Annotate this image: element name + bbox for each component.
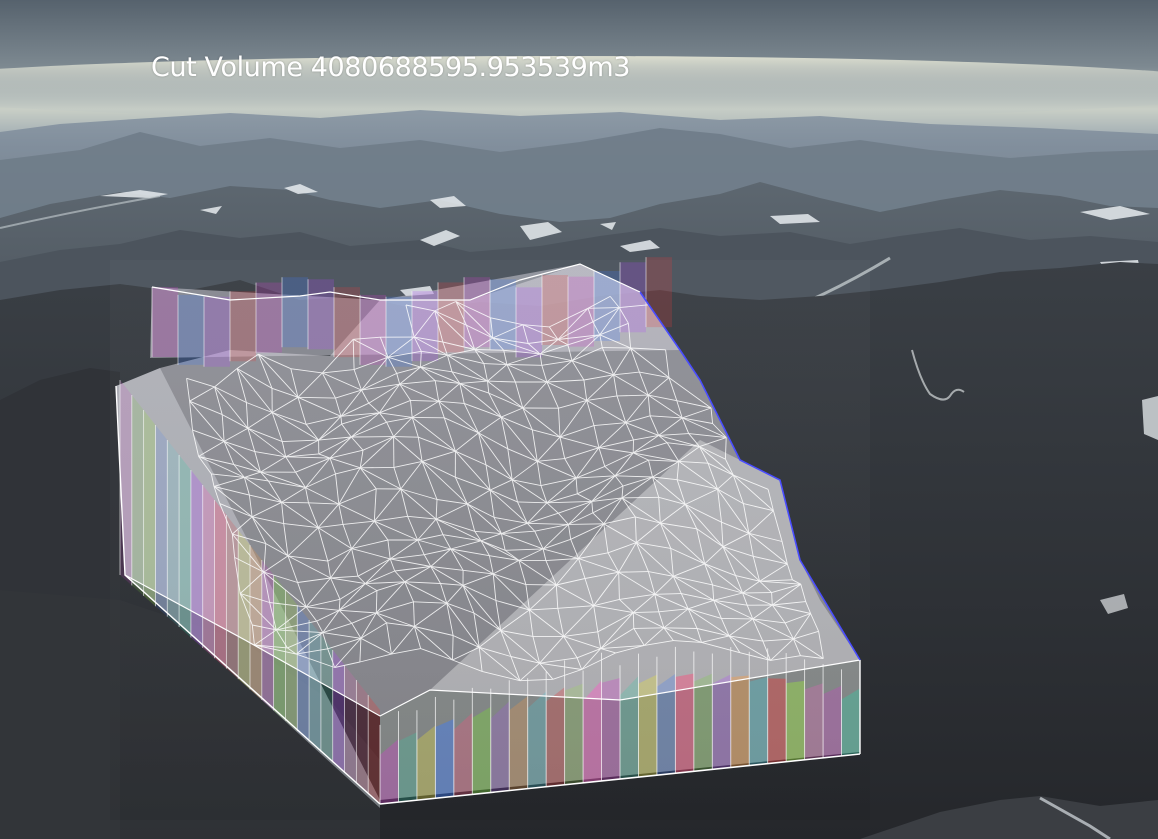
left-wall-strip xyxy=(214,500,227,669)
left-wall-strip xyxy=(143,410,156,607)
front-wall-strip xyxy=(398,732,417,803)
front-wall-strip xyxy=(435,719,454,799)
left-wall-strip xyxy=(261,560,274,711)
front-wall-strip xyxy=(472,706,491,795)
cut-volume-label: Cut Volume 4080688595.953539m3 xyxy=(151,52,630,83)
front-wall-strip xyxy=(527,691,547,789)
front-wall-strip xyxy=(693,673,713,772)
surface-mesh-edge xyxy=(721,617,753,620)
surface-mesh-edge xyxy=(281,501,309,504)
left-wall-strip xyxy=(356,680,369,794)
surface-mesh-edge xyxy=(621,496,659,499)
back-wall-strip xyxy=(646,257,672,328)
snow-right-edge xyxy=(1142,396,1158,440)
left-wall-strip xyxy=(332,650,345,773)
back-wall-strip xyxy=(620,262,646,333)
front-wall-strip xyxy=(656,673,676,776)
front-wall-strip xyxy=(601,678,620,781)
terrain-scene[interactable] xyxy=(0,0,1158,839)
front-wall-strip xyxy=(509,696,528,791)
back-wall-strip xyxy=(282,277,308,348)
back-wall-strip xyxy=(256,282,282,353)
surface-mesh-edge xyxy=(375,590,378,613)
front-wall-strip xyxy=(546,687,565,787)
left-wall-strip xyxy=(285,590,298,732)
back-wall-strip xyxy=(152,287,178,357)
front-wall-strip xyxy=(823,685,842,758)
surface-mesh-edge xyxy=(452,635,454,661)
front-wall-strip xyxy=(841,688,860,756)
left-wall-strip xyxy=(131,395,144,596)
cut-volume-label-text: Cut Volume xyxy=(151,52,303,83)
back-wall-strip xyxy=(230,291,256,362)
front-wall-strip xyxy=(804,683,824,760)
cut-volume-value: 4080688595.953539 xyxy=(310,52,588,83)
surface-mesh-edge xyxy=(632,612,635,629)
front-wall-strip xyxy=(786,680,805,762)
surface-mesh-edge xyxy=(633,627,664,629)
left-wall-strip xyxy=(320,635,333,763)
3d-map-viewport[interactable]: Cut Volume 4080688595.953539m3 xyxy=(0,0,1158,839)
back-wall-strip xyxy=(178,294,204,365)
left-wall-strip xyxy=(190,470,203,648)
left-wall-strip xyxy=(120,380,132,586)
front-wall-strip xyxy=(749,676,768,766)
front-wall-strip xyxy=(638,674,657,778)
back-wall-strip xyxy=(204,296,230,367)
cut-volume-mesh[interactable] xyxy=(110,257,870,820)
left-wall-strip xyxy=(368,695,380,804)
left-wall-strip xyxy=(202,485,215,659)
surface-mesh-edge xyxy=(568,523,604,525)
left-wall-strip xyxy=(155,425,168,617)
front-wall-strip xyxy=(564,683,584,785)
front-wall-strip xyxy=(730,675,750,768)
left-wall-strip xyxy=(344,665,357,784)
back-wall-strip xyxy=(308,279,334,350)
back-wall-strip xyxy=(412,291,438,362)
surface-mesh-edge xyxy=(618,571,649,573)
front-wall-strip xyxy=(712,674,731,770)
back-wall-strip xyxy=(464,277,490,348)
left-wall-strip xyxy=(309,620,321,752)
cut-volume-unit: m3 xyxy=(587,52,631,83)
front-wall-strip xyxy=(767,678,787,764)
surface-mesh-edge xyxy=(393,436,419,438)
